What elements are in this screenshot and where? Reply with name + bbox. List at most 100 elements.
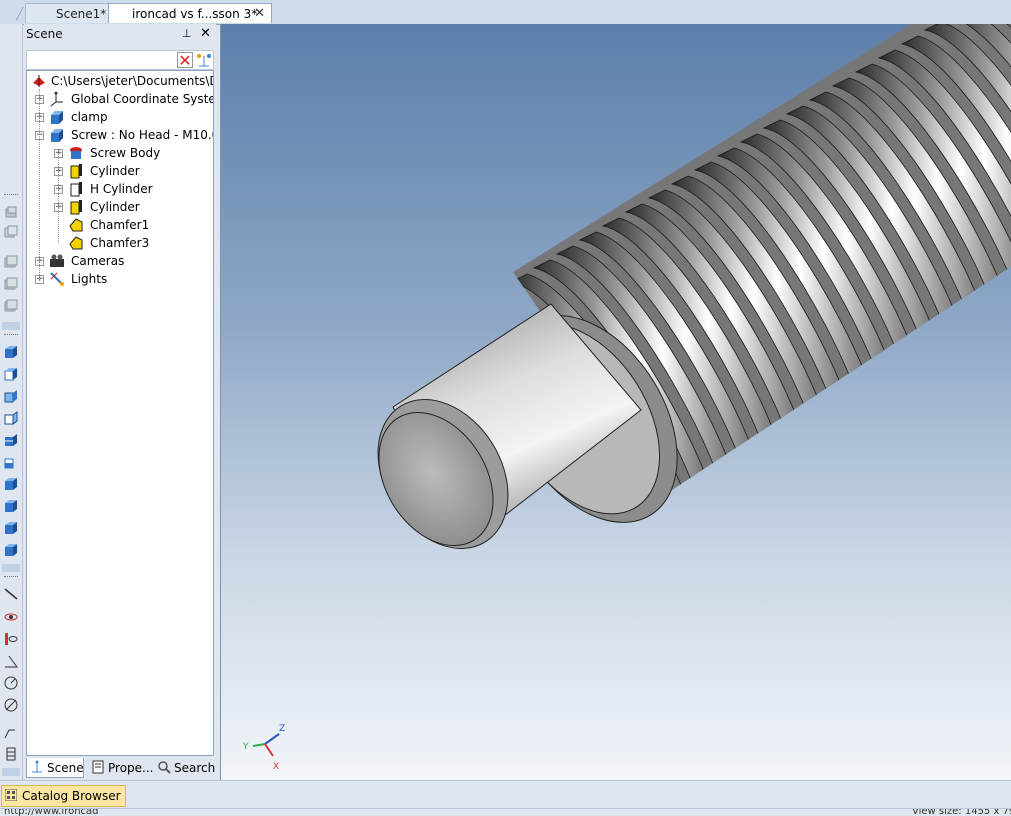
toolbar-separator: [4, 194, 18, 197]
tab-scene1-label: Scene1*: [56, 7, 107, 21]
tab-scene1[interactable]: ╱ Scene1*: [16, 3, 109, 23]
box-solid-icon[interactable]: [3, 520, 19, 536]
pin-icon[interactable]: ⊥: [182, 27, 192, 40]
copy-icon[interactable]: [3, 224, 19, 240]
annotation-icon[interactable]: [3, 724, 19, 740]
tree-guide-line: [39, 89, 40, 279]
tab-close-icon[interactable]: ✕: [254, 4, 265, 24]
toolbar-expand-button[interactable]: [2, 564, 20, 572]
screw-model[interactable]: Z Y X: [221, 24, 1011, 780]
tree-item-label: Screw : No Head - M10.0 x: [71, 128, 213, 142]
tree-item-label: Cameras: [71, 254, 125, 268]
tree-toolbar: ✕: [26, 50, 214, 70]
toolbar-separator: [4, 334, 18, 337]
diameter-icon[interactable]: [3, 697, 19, 713]
part-icon: [51, 129, 63, 142]
layer-icon[interactable]: [3, 254, 19, 270]
tab-label: Scene: [47, 761, 84, 775]
screw-body-icon: [70, 147, 82, 159]
box-section-icon[interactable]: [3, 388, 19, 404]
scene-root-icon: [33, 75, 45, 87]
search-icon: [158, 761, 171, 774]
tree-item-label: Cylinder: [90, 200, 140, 214]
tree-item-cylinder[interactable]: + Cylinder: [27, 198, 213, 216]
radius-icon[interactable]: [3, 675, 19, 691]
box-wire-icon[interactable]: [3, 366, 19, 382]
panel-tab-bar: Scene Prope... Search: [26, 758, 216, 780]
toolbar-separator: [4, 576, 18, 579]
tree-item-label: Chamfer1: [90, 218, 150, 232]
chamfer-icon: [69, 236, 83, 250]
panel-title: Scene: [26, 27, 63, 41]
catalog-browser-label: Catalog Browser: [22, 789, 121, 803]
tree-item-label: Cylinder: [90, 164, 140, 178]
tree-item-label: Lights: [71, 272, 108, 286]
box-solid-icon[interactable]: [3, 542, 19, 558]
tab-divider: ╱: [16, 7, 24, 21]
panel-close-icon[interactable]: ✕: [200, 26, 211, 41]
stack-icon[interactable]: [3, 204, 19, 220]
light-icon: [50, 272, 64, 286]
tree-item-label: H Cylinder: [90, 182, 153, 196]
scene-panel: Scene ⊥ ✕ ✕ C:\Users\jeter\Documents\Dat…: [24, 24, 216, 780]
tolerance-icon[interactable]: [3, 746, 19, 762]
coordinate-triad: Z Y X: [242, 724, 285, 772]
chamfer-icon: [69, 218, 83, 232]
tree-item-clamp[interactable]: + clamp: [27, 108, 213, 126]
tab-ironcad-vs-label: ironcad vs f...sson 3*: [132, 7, 258, 21]
document-tab-strip: ╱ Scene1* ironcad vs f...sson 3* ✕: [0, 0, 1011, 25]
box-split-icon[interactable]: [3, 432, 19, 448]
tree-item-chamfer3[interactable]: Chamfer3: [27, 234, 213, 252]
tree-item-label: Screw Body: [90, 146, 161, 160]
layer-icon[interactable]: [3, 298, 19, 314]
tree-item-screw-body[interactable]: + Screw Body: [27, 144, 213, 162]
cylinder-icon: [70, 200, 82, 215]
left-toolbar: [0, 24, 23, 780]
tree-item-global-coordinate-system[interactable]: + Global Coordinate System: [27, 90, 213, 108]
tab-search[interactable]: Search: [154, 758, 216, 778]
angle-icon[interactable]: [3, 653, 19, 669]
filter-tree-icon[interactable]: [195, 52, 213, 68]
tree-guide-line: [58, 153, 59, 243]
box-outline-icon[interactable]: [3, 410, 19, 426]
catalog-browser-button[interactable]: Catalog Browser: [1, 785, 126, 807]
tree-item-cameras[interactable]: + Cameras: [27, 252, 213, 270]
tree-item-lights[interactable]: + Lights: [27, 270, 213, 288]
box-solid-icon[interactable]: [3, 498, 19, 514]
tab-label: Search: [174, 761, 216, 775]
measure-line-icon[interactable]: [3, 586, 19, 602]
cylinder-icon: [70, 164, 82, 179]
properties-icon: [92, 760, 104, 774]
tree-root-label: C:\Users\jeter\Documents\Dat: [51, 74, 214, 88]
measure-view-icon[interactable]: [3, 631, 19, 647]
catalog-bar: Catalog Browser: [0, 780, 1011, 809]
3d-viewport[interactable]: Z Y X: [220, 24, 1011, 780]
tab-scene[interactable]: Scene: [26, 758, 84, 778]
tree-item-screw[interactable]: − Screw : No Head - M10.0 x: [27, 126, 213, 144]
grid-icon: [5, 789, 17, 801]
toolbar-expand-button[interactable]: [2, 322, 20, 330]
toolbar-expand-button[interactable]: [2, 768, 20, 776]
box-half-icon[interactable]: [3, 454, 19, 470]
tab-ironcad-vs[interactable]: ironcad vs f...sson 3* ✕: [108, 3, 272, 23]
box-solid-icon[interactable]: [3, 476, 19, 492]
tab-label: Prope...: [108, 761, 154, 775]
measure-eye-icon[interactable]: [3, 609, 19, 625]
triad-z-label: Z: [279, 724, 285, 734]
tree-item-label: Global Coordinate System: [71, 92, 214, 106]
scene-tree-icon: [32, 760, 42, 773]
box-icon[interactable]: [3, 344, 19, 360]
tree-item-chamfer1[interactable]: Chamfer1: [27, 216, 213, 234]
scene-tree: C:\Users\jeter\Documents\Dat + Global Co…: [26, 70, 214, 756]
axes-icon: [50, 91, 63, 107]
tab-properties[interactable]: Prope...: [88, 758, 154, 778]
tree-item-h-cylinder[interactable]: + H Cylinder: [27, 180, 213, 198]
tree-item-label: Chamfer3: [90, 236, 150, 250]
tree-item-cylinder[interactable]: + Cylinder: [27, 162, 213, 180]
triad-y-label: Y: [242, 742, 249, 752]
delete-icon[interactable]: ✕: [177, 52, 193, 69]
tree-item-label: clamp: [71, 110, 108, 124]
camera-icon: [50, 254, 64, 267]
layer-icon[interactable]: [3, 276, 19, 292]
triad-x-label: X: [273, 762, 279, 772]
